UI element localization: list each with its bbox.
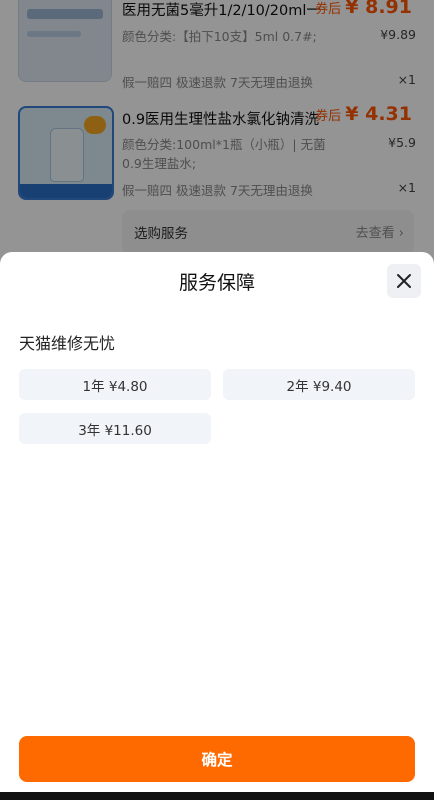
option-3-year[interactable]: 3年 ¥11.60: [19, 413, 211, 444]
option-1-year[interactable]: 1年 ¥4.80: [19, 369, 211, 400]
system-nav-bar: [0, 792, 434, 800]
option-2-year[interactable]: 2年 ¥9.40: [223, 369, 415, 400]
sheet-title: 服务保障: [178, 272, 255, 294]
confirm-button[interactable]: 确定: [19, 736, 415, 782]
section-title: 天猫维修无忧: [19, 334, 116, 353]
close-button[interactable]: [387, 264, 421, 298]
close-icon: [397, 274, 411, 288]
service-sheet: 服务保障 天猫维修无忧 1年 ¥4.80 2年 ¥9.40 3年 ¥11.60 …: [0, 252, 434, 792]
